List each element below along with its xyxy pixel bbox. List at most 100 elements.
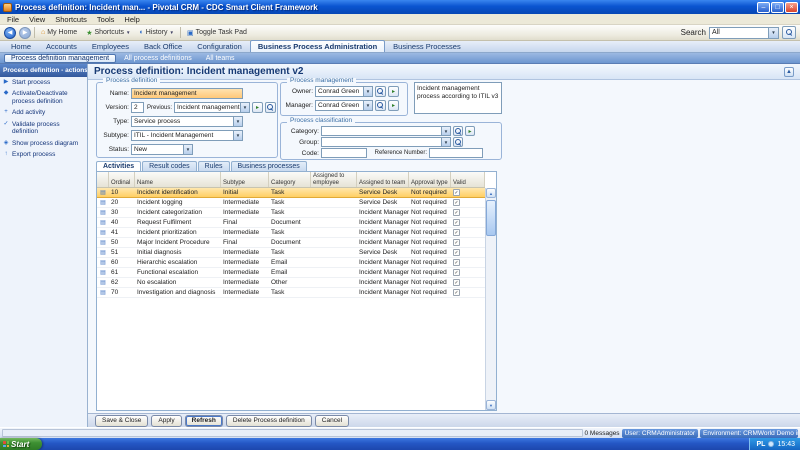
- start-button[interactable]: Start: [0, 438, 42, 450]
- sidebar-item-activate-deactivate-process-definition[interactable]: ◆Activate/Deactivate process definition: [0, 88, 87, 107]
- grid-scrollbar[interactable]: ▲ ▼: [485, 188, 496, 410]
- tab-accounts[interactable]: Accounts: [39, 41, 84, 52]
- back-button[interactable]: ◀: [4, 27, 16, 39]
- previous-go-button[interactable]: ▸: [252, 102, 263, 113]
- previous-select[interactable]: Incident management v1 ▼: [174, 102, 250, 113]
- search-scope-select[interactable]: All ▼: [709, 27, 779, 39]
- sidebar-item-validate-process-definition[interactable]: ✓Validate process definition: [0, 119, 87, 138]
- code-input[interactable]: [321, 148, 367, 158]
- chevron-down-icon: ▼: [240, 103, 249, 112]
- description-textarea[interactable]: Incident management process according to…: [414, 82, 502, 114]
- manager-search-button[interactable]: [375, 100, 386, 111]
- menu-shortcuts[interactable]: Shortcuts: [50, 15, 92, 24]
- version-input[interactable]: 2: [131, 102, 144, 113]
- table-row[interactable]: ▤50Major Incident ProcedureFinalDocument…: [97, 238, 485, 248]
- owner-search-button[interactable]: [375, 86, 386, 97]
- subtab-all-teams[interactable]: All teams: [200, 54, 241, 63]
- search-button[interactable]: [782, 26, 796, 39]
- manager-open-button[interactable]: ▸: [388, 100, 399, 111]
- search-label: Search: [681, 28, 706, 37]
- table-row[interactable]: ▤60Hierarchic escalationIntermediateEmai…: [97, 258, 485, 268]
- tab-business-processes[interactable]: Business Processes: [386, 41, 468, 52]
- table-row[interactable]: ▤30Incident categorizationIntermediateTa…: [97, 208, 485, 218]
- column-header-assigned-to-employee[interactable]: Assigned to employee: [311, 172, 357, 187]
- minimize-button[interactable]: –: [757, 2, 770, 13]
- tab-employees[interactable]: Employees: [85, 41, 136, 52]
- tab-result-codes[interactable]: Result codes: [142, 161, 196, 171]
- toggle-task-pad-button[interactable]: ▣ Toggle Task Pad: [184, 28, 250, 38]
- tab-business-processes[interactable]: Business processes: [231, 161, 307, 171]
- tab-home[interactable]: Home: [4, 41, 38, 52]
- delete-process-definition-button[interactable]: Delete Process definition: [226, 415, 312, 427]
- column-header-valid[interactable]: Valid: [451, 172, 485, 187]
- type-select[interactable]: Service process ▼: [131, 116, 243, 127]
- tab-business-process-administration[interactable]: Business Process Administration: [250, 40, 385, 52]
- previous-search-button[interactable]: [265, 102, 276, 113]
- sidebar-item-show-process-diagram[interactable]: ◈Show process diagram: [0, 138, 87, 149]
- column-header-ordinal[interactable]: Ordinal: [109, 172, 135, 187]
- column-header-category[interactable]: Category: [269, 172, 311, 187]
- scroll-up-icon[interactable]: ▲: [486, 188, 496, 198]
- status-user-badge: User: CRMAdministrator: [622, 429, 698, 438]
- messages-count[interactable]: 0 Messages: [585, 430, 620, 437]
- subtab-process-definition-management[interactable]: Process definition management: [4, 54, 116, 63]
- category-select[interactable]: ▼: [321, 126, 451, 136]
- manager-select[interactable]: Conrad Green ▼: [315, 100, 373, 111]
- column-header-approval-type[interactable]: Approval type: [409, 172, 451, 187]
- menu-tools[interactable]: Tools: [92, 15, 120, 24]
- table-row[interactable]: ▤10Incident identificationInitialTaskSer…: [97, 188, 485, 198]
- group-search-button[interactable]: [453, 137, 463, 147]
- group-select[interactable]: ▼: [321, 137, 451, 147]
- sidebar-item-add-activity[interactable]: +Add activity: [0, 107, 87, 118]
- tab-configuration[interactable]: Configuration: [190, 41, 249, 52]
- history-button[interactable]: ◐ History ▼: [137, 28, 177, 37]
- apply-button[interactable]: Apply: [151, 415, 181, 427]
- column-header-name[interactable]: Name: [135, 172, 221, 187]
- maximize-button[interactable]: □: [771, 2, 784, 13]
- sidebar-item-start-process[interactable]: ▶Start process: [0, 77, 87, 88]
- table-row[interactable]: ▤51Initial diagnosisIntermediateTaskServ…: [97, 248, 485, 258]
- grid-header-row: OrdinalNameSubtypeCategoryAssigned to em…: [97, 172, 485, 188]
- owner-select[interactable]: Conrad Green ▼: [315, 86, 373, 97]
- table-row[interactable]: ▤70Investigation and diagnosisIntermedia…: [97, 288, 485, 298]
- cell-name: Incident logging: [135, 198, 221, 207]
- menu-help[interactable]: Help: [119, 15, 144, 24]
- table-row[interactable]: ▤62No escalationIntermediateOtherInciden…: [97, 278, 485, 288]
- scroll-down-icon[interactable]: ▼: [486, 400, 496, 410]
- refresh-button[interactable]: Refresh: [185, 415, 223, 427]
- collapse-icon[interactable]: ▲: [784, 67, 794, 77]
- owner-open-button[interactable]: ▸: [388, 86, 399, 97]
- close-button[interactable]: ×: [785, 2, 798, 13]
- content-area: Process definition: Incident management …: [88, 64, 800, 427]
- menu-view[interactable]: View: [24, 15, 50, 24]
- tab-rules[interactable]: Rules: [198, 161, 230, 171]
- category-open-button[interactable]: ▸: [465, 126, 475, 136]
- tab-activities[interactable]: Activities: [96, 161, 141, 171]
- name-input[interactable]: Incident management: [131, 88, 243, 99]
- cancel-button[interactable]: Cancel: [315, 415, 349, 427]
- table-row[interactable]: ▤41Incident prioritizationIntermediateTa…: [97, 228, 485, 238]
- column-header-assigned-to-team[interactable]: Assigned to team: [357, 172, 409, 187]
- table-row[interactable]: ▤40Request FulfilmentFinalDocumentIncide…: [97, 218, 485, 228]
- menu-file[interactable]: File: [2, 15, 24, 24]
- column-header-icon[interactable]: [97, 172, 109, 187]
- tray-status-icon[interactable]: [768, 441, 774, 447]
- status-select[interactable]: New ▼: [131, 144, 193, 155]
- table-row[interactable]: ▤61Functional escalationIntermediateEmai…: [97, 268, 485, 278]
- table-row[interactable]: ▤20Incident loggingIntermediateTaskServi…: [97, 198, 485, 208]
- export-icon: ↑: [2, 151, 10, 158]
- reference-number-input[interactable]: [429, 148, 483, 158]
- sidebar-item-export-process[interactable]: ↑Export process: [0, 149, 87, 160]
- subtype-select[interactable]: ITIL - Incident Management ▼: [131, 130, 243, 141]
- category-search-button[interactable]: [453, 126, 463, 136]
- my-home-button[interactable]: ⌂ My Home: [38, 28, 80, 37]
- forward-button[interactable]: ▶: [19, 27, 31, 39]
- save-close-button[interactable]: Save & Close: [95, 415, 148, 427]
- language-indicator[interactable]: PL: [757, 441, 766, 448]
- column-header-subtype[interactable]: Subtype: [221, 172, 269, 187]
- shortcuts-button[interactable]: ★ Shortcuts ▼: [83, 28, 133, 38]
- scrollbar-thumb[interactable]: [486, 200, 496, 236]
- clock[interactable]: 15:43: [777, 441, 795, 448]
- subtab-all-process-definitions[interactable]: All process definitions: [118, 54, 198, 63]
- tab-back-office[interactable]: Back Office: [137, 41, 189, 52]
